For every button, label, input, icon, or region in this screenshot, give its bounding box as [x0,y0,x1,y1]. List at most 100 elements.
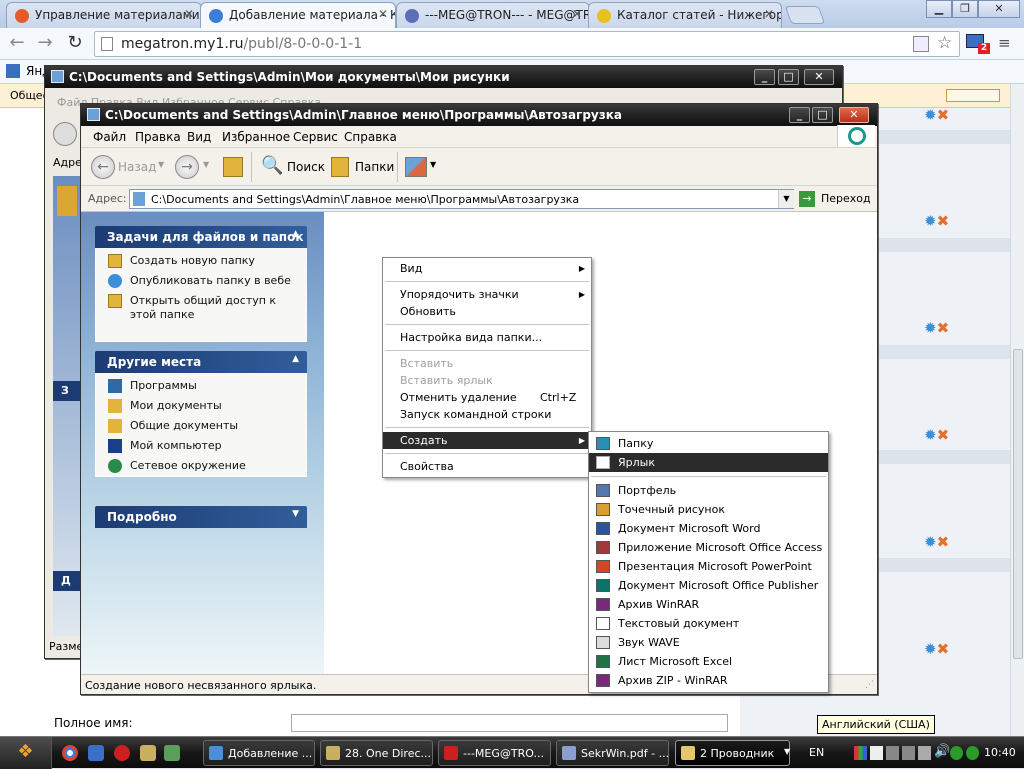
submenu-item-new-document[interactable]: Текстовый документ [589,614,828,633]
start-button[interactable]: ❖ [0,737,52,769]
clock[interactable]: 10:40 [984,746,1016,759]
places-panel-header[interactable]: Другие места ▲ [95,351,307,373]
address-field[interactable]: C:\Documents and Settings\Admin\Главное … [129,189,794,209]
menu-favorites[interactable]: Избранное [222,130,290,144]
close-icon[interactable]: ✕ [764,7,774,21]
taskbar-button[interactable]: SekrWin.pdf - ... [556,740,669,766]
gear-icon[interactable]: ✹ [924,319,937,337]
reload-icon[interactable]: ↻ [64,33,86,55]
close-button[interactable]: ✕ [804,69,834,85]
taskbar-item-menu-icon[interactable]: ▼ [784,747,790,756]
views-icon[interactable] [405,157,427,177]
place-shared-documents[interactable]: Общие документы [106,419,298,433]
search-button-label[interactable]: Поиск [287,160,325,174]
browser-maximize-button[interactable]: ❐ [952,0,978,18]
delete-icon[interactable]: ✖ [937,426,950,444]
task-publish-web[interactable]: Опубликовать папку в вебе [106,274,298,288]
page-scrollbar[interactable] [1010,84,1024,736]
maximize-button[interactable]: □ [778,69,799,85]
chrome-quicklaunch-icon[interactable] [62,745,78,761]
delete-icon[interactable]: ✖ [937,212,950,230]
menu-item-undo[interactable]: Отменить удаление Ctrl+Z [383,389,591,406]
menu-tools[interactable]: Сервис [293,130,338,144]
chevron-down-icon[interactable]: ▼ [430,160,436,169]
close-icon[interactable]: ✕ [572,7,582,21]
new-tab-button[interactable] [784,6,826,24]
window-titlebar[interactable]: C:\Documents and Settings\Admin\Главное … [81,104,877,126]
browser-tab-4[interactable]: Каталог статей - Нижегоро ✕ [588,2,782,28]
submenu-item-new-document[interactable]: Архив ZIP - WinRAR [589,671,828,690]
mail-bookmark-icon[interactable] [6,64,20,78]
forward-arrow-icon[interactable]: → [175,155,199,179]
minimize-button[interactable]: _ [789,107,810,123]
app-quicklaunch-icon[interactable] [164,745,180,761]
delete-icon[interactable]: ✖ [937,640,950,658]
menu-edit[interactable]: Правка [135,130,181,144]
address-bar[interactable]: megatron.my1.ru/publ/8-0-0-0-1-1 ☆ [94,31,960,57]
tray-app-icon[interactable] [854,746,867,760]
search-icon[interactable]: 🔍 [261,155,283,176]
chevron-down-icon[interactable]: ▼ [158,160,164,169]
menu-item-refresh[interactable]: Обновить [383,303,591,320]
taskbar-button[interactable]: Добавление ... [203,740,315,766]
wrench-menu-icon[interactable]: ≡ [998,34,1011,52]
back-arrow-icon[interactable]: ← [91,155,115,179]
place-my-computer[interactable]: Мой компьютер [106,439,298,453]
gear-icon[interactable]: ✹ [924,533,937,551]
submenu-item-new-document[interactable]: Презентация Microsoft PowerPoint [589,557,828,576]
tray-app-icon[interactable] [918,746,931,760]
menu-item-cmd[interactable]: Запуск командной строки [383,406,591,423]
menu-item-view[interactable]: Вид ▶ [383,260,591,277]
gear-icon[interactable]: ✹ [924,426,937,444]
full-name-input[interactable] [291,714,728,732]
language-indicator[interactable]: EN [809,746,824,759]
taskbar-button[interactable]: 28. One Direc... [320,740,433,766]
browser-close-button[interactable]: ✕ [978,0,1020,18]
close-icon[interactable]: ✕ [378,7,388,21]
folder-up-icon[interactable] [223,157,243,177]
go-button-label[interactable]: Переход [821,192,871,205]
resize-grip-icon[interactable]: ⋰ [865,680,874,690]
gear-icon[interactable]: ✹ [924,106,937,124]
taskbar-button[interactable]: 2 Проводник [675,740,790,766]
submenu-item-new-document[interactable]: Документ Microsoft Word [589,519,828,538]
submenu-item-new-document[interactable]: Архив WinRAR [589,595,828,614]
scrollbar-thumb[interactable] [1013,349,1023,659]
back-arrow-icon[interactable]: ← [6,33,28,55]
browser-minimize-button[interactable]: ▁ [926,0,952,18]
maximize-button[interactable]: □ [812,107,833,123]
minimize-button[interactable]: _ [754,69,775,85]
submenu-item-new-document[interactable]: Документ Microsoft Office Publisher [589,576,828,595]
place-programs[interactable]: Программы [106,379,298,393]
browser-tab-3[interactable]: ---MEG@TRON--- - MEG@TR ✕ [396,2,590,28]
gear-icon[interactable]: ✹ [924,212,937,230]
submenu-item-new-document[interactable]: Лист Microsoft Excel [589,652,828,671]
submenu-item-new-document[interactable]: Портфель [589,481,828,500]
delete-icon[interactable]: ✖ [937,319,950,337]
delete-icon[interactable]: ✖ [937,533,950,551]
gear-icon[interactable]: ✹ [924,640,937,658]
menu-view[interactable]: Вид [187,130,211,144]
bookmark-star-icon[interactable]: ☆ [937,33,952,53]
submenu-item-shortcut[interactable]: Ярлык [589,453,828,472]
window-titlebar[interactable]: C:\Documents and Settings\Admin\Мои доку… [45,66,842,88]
menu-item-create[interactable]: Создать ▶ [383,432,591,449]
details-panel-header[interactable]: Подробно ▼ [95,506,307,528]
expand-icon[interactable]: ▼ [292,509,299,519]
delete-icon[interactable]: ✖ [937,106,950,124]
desktop-quicklaunch-icon[interactable] [88,745,104,761]
menu-file[interactable]: Файл [93,130,126,144]
place-network[interactable]: Сетевое окружение [106,459,298,473]
menu-item-arrange[interactable]: Упорядочить значки ▶ [383,286,591,303]
opera-quicklaunch-icon[interactable] [114,745,130,761]
tray-eye-icon[interactable] [950,746,963,760]
submenu-item-folder[interactable]: Папку [589,434,828,453]
collapse-icon[interactable]: ▲ [292,354,299,364]
close-icon[interactable]: ✕ [184,7,194,21]
task-new-folder[interactable]: Создать новую папку [106,254,298,268]
network-tray-icon[interactable] [886,746,899,760]
folders-icon[interactable] [331,157,349,177]
menu-item-customize[interactable]: Настройка вида папки... [383,329,591,346]
submenu-item-new-document[interactable]: Точечный рисунок [589,500,828,519]
tasks-panel-header[interactable]: Задачи для файлов и папок ▲ [95,226,307,248]
